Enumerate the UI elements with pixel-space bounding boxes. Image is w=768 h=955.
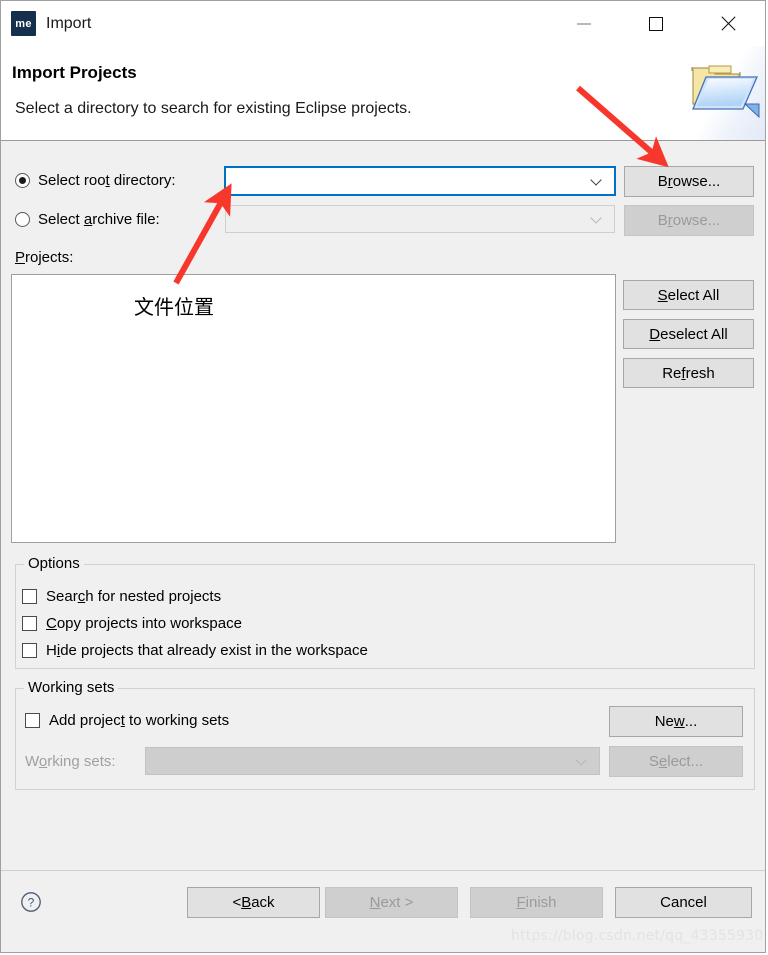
back-button[interactable]: < Back — [187, 887, 320, 918]
select-working-sets-button: Se lect... — [609, 746, 743, 777]
import-dialog: me Import Import Projects Select a direc… — [0, 0, 766, 953]
options-group-title: Options — [24, 555, 84, 572]
help-icon[interactable]: ? — [20, 891, 42, 913]
banner: Import Projects Select a directory to se… — [1, 46, 765, 141]
close-button[interactable] — [705, 1, 751, 46]
working-sets-group-title: Working sets — [24, 679, 119, 696]
label-archive-file: Select archive file: — [38, 211, 160, 228]
radio-row-archive-file[interactable]: Select archive file: — [15, 211, 160, 228]
chevron-down-icon — [576, 756, 586, 766]
checkbox-add-project-to-working-sets[interactable]: Add project to working sets — [25, 712, 229, 729]
browse-root-directory-button[interactable]: Br owse... — [624, 166, 754, 197]
minimize-icon — [577, 22, 591, 25]
projects-label: Projects: — [15, 249, 74, 266]
cancel-button[interactable]: Cancel — [615, 887, 752, 918]
label-root-directory: Select root directory: — [38, 172, 176, 189]
checkbox-copy-into-workspace[interactable]: Copy projects into workspace — [22, 615, 242, 632]
browse-archive-file-button: Br owse... — [624, 205, 754, 236]
annotation-file-location: 文件位置 — [134, 295, 214, 319]
root-directory-combo[interactable] — [224, 166, 616, 196]
projects-list[interactable]: 文件位置 — [11, 274, 616, 543]
minimize-button[interactable] — [561, 1, 607, 46]
checkbox-label: Hide projects that already exist in the … — [46, 642, 368, 659]
working-sets-combo-label: Working sets: — [25, 753, 116, 770]
checkbox-label: Copy projects into workspace — [46, 615, 242, 632]
select-all-button[interactable]: Select All — [623, 280, 754, 310]
refresh-button[interactable]: Re f resh — [623, 358, 754, 388]
svg-text:?: ? — [28, 896, 35, 910]
window-controls — [561, 1, 765, 46]
radio-archive-file[interactable] — [15, 212, 30, 227]
watermark: https://blog.csdn.net/qq_43355930 — [511, 928, 764, 944]
radio-root-directory[interactable] — [15, 173, 30, 188]
working-sets-combo — [145, 747, 600, 775]
dialog-body: Select root directory: Br owse... Select … — [1, 141, 765, 870]
checkbox-box[interactable] — [22, 589, 37, 604]
next-button: Next > — [325, 887, 458, 918]
chevron-down-icon — [591, 176, 601, 186]
maximize-button[interactable] — [633, 1, 679, 46]
chevron-down-icon — [591, 214, 601, 224]
radio-row-root-directory[interactable]: Select root directory: — [15, 172, 176, 189]
window-title: Import — [46, 14, 92, 32]
checkbox-label: Add project to working sets — [49, 712, 230, 729]
archive-file-combo — [225, 205, 615, 233]
checkbox-box[interactable] — [22, 616, 37, 631]
title-bar: me Import — [1, 1, 765, 46]
page-description: Select a directory to search for existin… — [15, 100, 412, 117]
checkbox-label: Search for nested projects — [46, 588, 222, 605]
new-working-set-button[interactable]: Ne w... — [609, 706, 743, 737]
checkbox-box[interactable] — [22, 643, 37, 658]
finish-button: Finish — [470, 887, 603, 918]
maximize-icon — [649, 16, 663, 31]
page-title: Import Projects — [12, 63, 137, 82]
deselect-all-button[interactable]: Deselect All — [623, 319, 754, 349]
app-icon: me — [11, 11, 36, 36]
checkbox-search-nested[interactable]: Search for nested projects — [22, 588, 221, 605]
footer-separator — [1, 870, 765, 871]
open-folder-icon — [687, 46, 765, 140]
checkbox-hide-existing[interactable]: Hide projects that already exist in the … — [22, 642, 368, 659]
checkbox-box[interactable] — [25, 713, 40, 728]
close-icon — [719, 15, 737, 33]
